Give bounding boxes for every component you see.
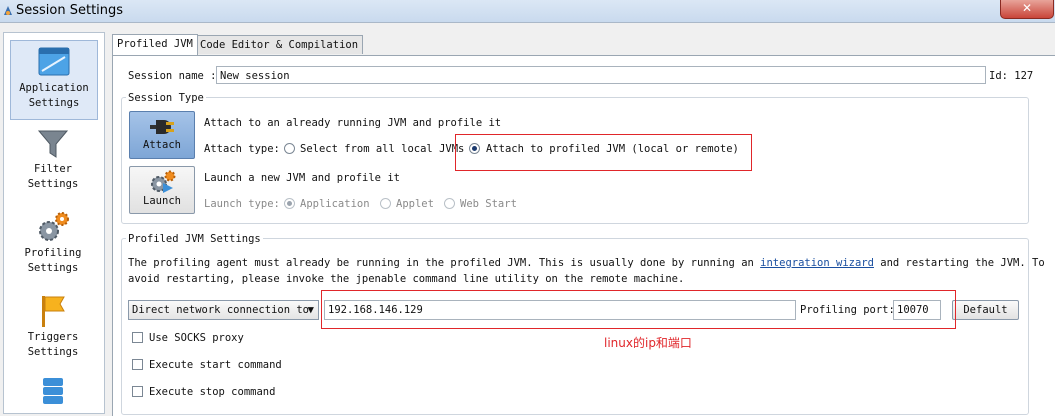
sidebar-item-profiling-settings[interactable]: Profiling Settings [10,210,96,280]
radio-launch-applet[interactable] [380,198,391,209]
sidebar-item-label: Triggers Settings [27,331,79,358]
description-text: and restarting the JVM. To [873,257,1045,269]
plug-icon [150,120,174,134]
launch-type-label: Launch type: [204,198,280,210]
radio-launch-web-start-label[interactable]: Web Start [460,198,517,210]
description-text: The profiling agent must already be runn… [128,257,761,269]
highlight-host-port [321,290,956,329]
connection-mode-select[interactable]: Direct network connection to ▼ [128,300,319,320]
radio-select-local-jvms[interactable] [284,143,295,154]
window-title: Session Settings [16,3,124,18]
database-icon [43,378,63,404]
checkbox-use-socks-proxy-label[interactable]: Use SOCKS proxy [149,332,244,344]
highlight-attach-option [455,134,752,171]
sidebar-item-application-settings[interactable]: Application Settings [10,40,98,120]
gears-icon [39,212,69,241]
checkbox-execute-stop-command-label[interactable]: Execute stop command [149,386,275,398]
attach-type-label: Attach type: [204,143,280,155]
launch-gear-icon [151,170,176,193]
funnel-icon [37,130,69,158]
sidebar-item-database[interactable] [10,376,96,406]
flag-icon [42,296,65,327]
launch-description: Launch a new JVM and profile it [204,172,400,184]
checkbox-execute-start-command-label[interactable]: Execute start command [149,359,282,371]
connection-mode-value: Direct network connection to [132,304,310,316]
description-text-line2: avoid restarting, please invoke the jpen… [128,273,685,285]
window-icon [38,47,70,76]
radio-launch-applet-label[interactable]: Applet [396,198,434,210]
sidebar-item-triggers-settings[interactable]: Triggers Settings [10,294,96,364]
chevron-down-icon: ▼ [307,304,314,316]
title-bar: Session Settings ✕ [0,0,1055,23]
session-name-input[interactable]: New session [216,66,986,84]
default-port-button[interactable]: Default [952,300,1019,320]
sidebar-item-filter-settings[interactable]: Filter Settings [10,128,96,198]
close-button[interactable]: ✕ [1000,0,1054,19]
profiled-jvm-settings-legend: Profiled JVM Settings [126,233,263,245]
sidebar-item-label: Application Settings [19,82,89,109]
radio-launch-application-label[interactable]: Application [300,198,370,210]
session-type-legend: Session Type [126,92,206,104]
attach-button[interactable]: Attach [129,111,195,159]
attach-button-label: Attach [143,139,181,151]
annotation-note: linux的ip和端口 [604,336,692,350]
integration-wizard-link[interactable]: integration wizard [760,257,874,269]
tab-code-editor-compilation[interactable]: Code Editor & Compilation [195,35,364,54]
checkbox-execute-stop-command[interactable] [132,386,143,397]
checkbox-execute-start-command[interactable] [132,359,143,370]
radio-select-local-jvms-label[interactable]: Select from all local JVMs [300,143,464,155]
session-name-label: Session name : [128,70,217,82]
sidebar-item-label: Filter Settings [27,163,79,190]
session-id-label: Id: 127 [989,70,1034,82]
radio-launch-application[interactable] [284,198,295,209]
sidebar-item-label: Profiling Settings [24,247,82,274]
radio-launch-web-start[interactable] [444,198,455,209]
launch-button-label: Launch [143,195,181,207]
jvm-settings-description: The profiling agent must already be runn… [128,255,1045,287]
app-icon [4,6,12,15]
attach-description: Attach to an already running JVM and pro… [204,117,502,129]
tab-profiled-jvm[interactable]: Profiled JVM [112,34,198,55]
launch-button[interactable]: Launch [129,166,195,214]
checkbox-use-socks-proxy[interactable] [132,332,143,343]
